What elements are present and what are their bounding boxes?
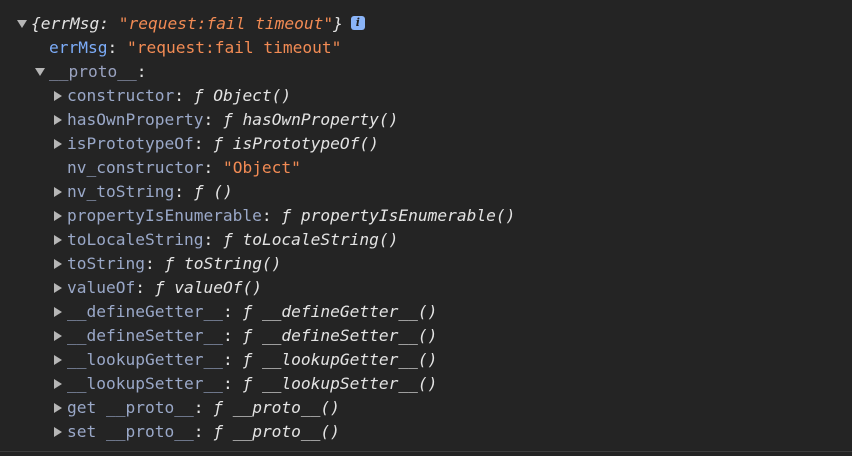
expand-triangle-icon[interactable]: [54, 283, 62, 293]
expand-triangle-icon[interactable]: [17, 20, 27, 28]
property-colon: :: [193, 134, 214, 153]
property-colon: :: [203, 158, 223, 177]
property-key: toString: [67, 254, 145, 273]
expand-triangle-icon[interactable]: [54, 307, 62, 317]
expand-triangle-icon[interactable]: [54, 331, 62, 341]
property-colon: :: [193, 422, 214, 441]
property-key: nv_constructor: [67, 158, 204, 177]
property-colon: :: [261, 206, 282, 225]
function-value: isPrototypeOf(): [232, 134, 379, 153]
function-value: __lookupGetter__(): [261, 350, 438, 369]
property-key: set __proto__: [67, 422, 194, 441]
property-key: errMsg: [49, 38, 108, 57]
property-key: __lookupGetter__: [67, 350, 223, 369]
expand-triangle-icon[interactable]: [54, 139, 62, 149]
function-glyph: ƒ: [242, 302, 253, 321]
function-glyph: ƒ: [213, 398, 223, 417]
property-colon: :: [222, 374, 243, 393]
summary-key: errMsg: [40, 14, 100, 33]
function-glyph: ƒ: [222, 110, 233, 129]
function-glyph: ƒ: [281, 206, 292, 225]
expand-triangle-icon[interactable]: [54, 427, 62, 437]
function-value: Object(): [213, 86, 292, 105]
property-key: __lookupSetter__: [67, 374, 223, 393]
expand-triangle-icon[interactable]: [54, 187, 62, 197]
function-value: (): [213, 182, 233, 201]
property-colon: :: [144, 254, 165, 273]
property-colon: :: [174, 182, 194, 201]
function-glyph: ƒ: [193, 182, 204, 201]
function-glyph: ƒ: [213, 134, 223, 153]
property-colon: :: [135, 278, 155, 297]
function-glyph: ƒ: [193, 86, 204, 105]
expand-triangle-icon[interactable]: [54, 379, 62, 389]
function-glyph: ƒ: [164, 254, 175, 273]
property-key: hasOwnProperty: [67, 110, 204, 129]
info-icon[interactable]: i: [350, 15, 365, 30]
property-colon: :: [222, 350, 243, 369]
summary-close-brace: }: [333, 14, 343, 33]
property-key: isPrototypeOf: [67, 134, 194, 153]
function-value: __defineSetter__(): [261, 326, 438, 345]
expand-triangle-icon[interactable]: [54, 355, 62, 365]
property-value: "Object": [222, 158, 301, 177]
function-value: __lookupSetter__(): [261, 374, 438, 393]
function-glyph: ƒ: [213, 422, 223, 441]
function-value: toString(): [183, 254, 282, 273]
function-glyph: ƒ: [242, 350, 253, 369]
property-value: "request:fail timeout": [126, 38, 342, 57]
summary-colon: :: [99, 14, 119, 33]
property-key: valueOf: [67, 278, 136, 297]
expand-triangle-icon[interactable]: [54, 115, 62, 125]
function-value: hasOwnProperty(): [242, 110, 399, 129]
function-glyph: ƒ: [242, 326, 253, 345]
property-key: constructor: [67, 86, 175, 105]
property-key: propertyIsEnumerable: [67, 206, 262, 225]
function-value: propertyIsEnumerable(): [300, 206, 516, 225]
property-colon: :: [174, 86, 194, 105]
expand-triangle-icon[interactable]: [54, 211, 62, 221]
expand-triangle-icon[interactable]: [54, 91, 62, 101]
property-colon: :: [107, 38, 127, 57]
object-summary[interactable]: {errMsg: "request:fail timeout"} i: [31, 12, 365, 36]
function-value: __proto__(): [232, 398, 340, 417]
expand-triangle-icon[interactable]: [54, 403, 62, 413]
property-colon: :: [203, 110, 223, 129]
divider: [0, 451, 852, 452]
expand-triangle-icon[interactable]: [54, 259, 62, 269]
function-value: valueOf(): [174, 278, 262, 297]
property-colon: :: [193, 398, 214, 417]
property-key: toLocaleString: [67, 230, 204, 249]
previous-log-fragment: [0, 0, 852, 6]
expand-triangle-icon[interactable]: [54, 235, 62, 245]
function-value: __defineGetter__(): [261, 302, 438, 321]
property-key: nv_toString: [67, 182, 175, 201]
summary-value: "request:fail timeout": [118, 14, 334, 33]
summary-open-brace: {: [31, 14, 41, 33]
property-key: __defineSetter__: [67, 326, 223, 345]
expand-triangle-icon[interactable]: [35, 68, 45, 76]
property-colon: :: [203, 230, 223, 249]
property-colon: :: [222, 326, 243, 345]
property-key: get __proto__: [67, 398, 194, 417]
function-glyph: ƒ: [222, 230, 233, 249]
property-key: __defineGetter__: [67, 302, 223, 321]
property-colon: :: [136, 62, 147, 81]
property-key: __proto__: [49, 62, 137, 81]
function-value: __proto__(): [232, 422, 340, 441]
property-colon: :: [222, 302, 243, 321]
function-glyph: ƒ: [242, 374, 253, 393]
function-glyph: ƒ: [154, 278, 165, 297]
function-value: toLocaleString(): [242, 230, 399, 249]
